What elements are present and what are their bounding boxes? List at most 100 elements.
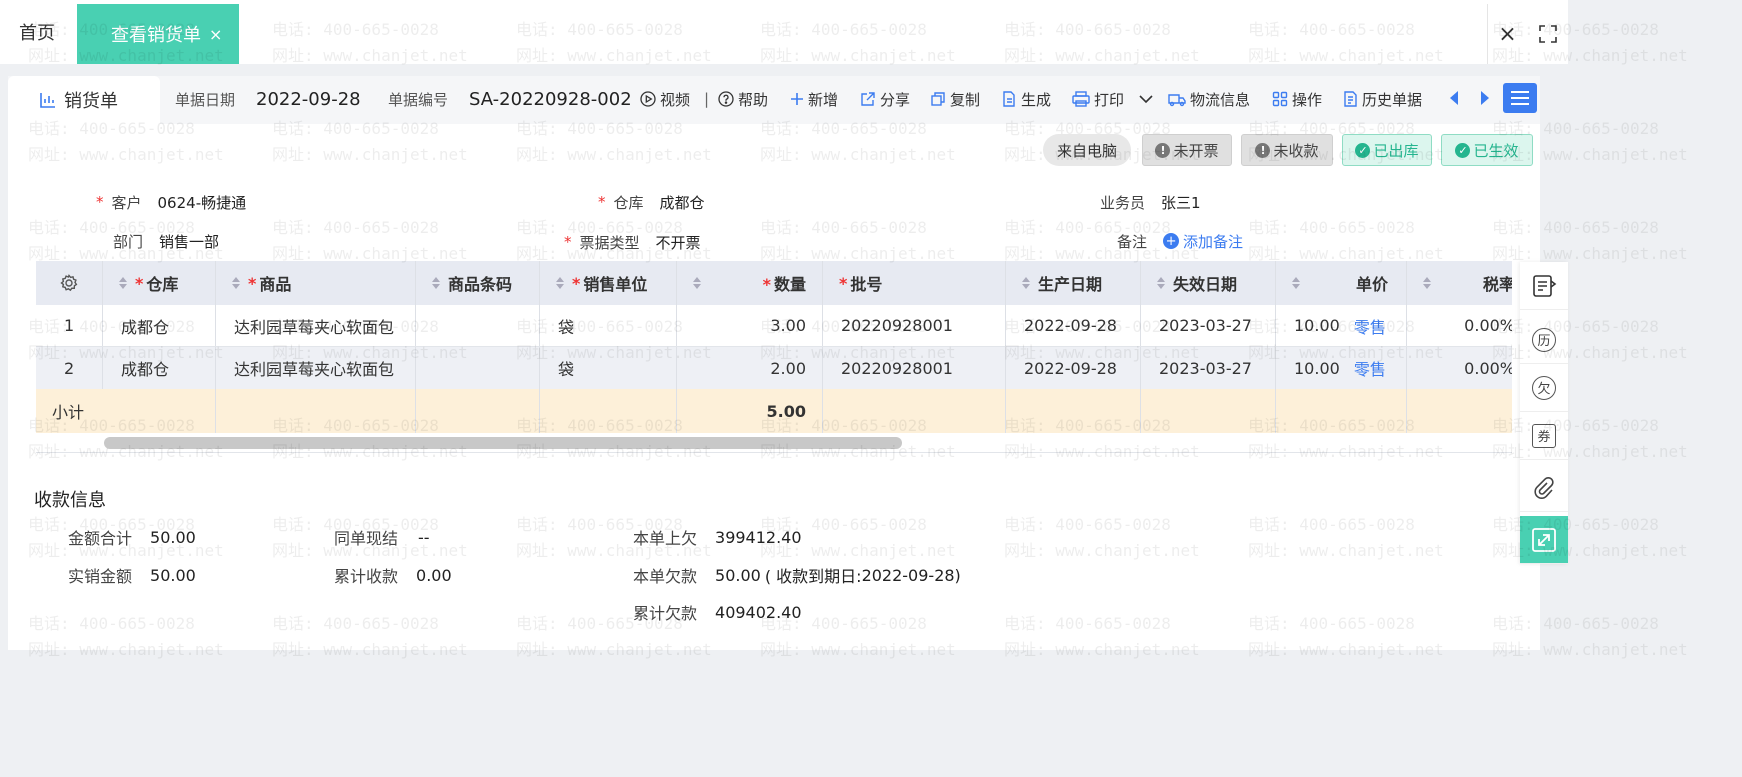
- menu-icon[interactable]: [1503, 83, 1537, 113]
- tab-close-icon[interactable]: ×: [209, 25, 222, 44]
- sort-icon[interactable]: [1157, 277, 1165, 289]
- row-qty[interactable]: 2.00: [677, 347, 823, 389]
- row-unit[interactable]: 袋: [540, 347, 677, 389]
- col-unit-label: 销售单位: [583, 275, 648, 294]
- doc-info-icon[interactable]: [1520, 262, 1568, 310]
- sort-icon[interactable]: [556, 277, 564, 289]
- row-exp-date[interactable]: 2023-03-27: [1141, 305, 1276, 346]
- tab-view-sales-order[interactable]: 查看销货单 ×: [77, 4, 239, 64]
- col-unit[interactable]: * 销售单位: [540, 261, 677, 305]
- doc-type-tab[interactable]: 销货单: [8, 76, 160, 124]
- expand-icon[interactable]: [1520, 516, 1568, 564]
- row-batch[interactable]: 20220928001: [823, 347, 1006, 389]
- row-product[interactable]: 达利园草莓夹心软面包: [216, 305, 416, 346]
- add-button[interactable]: 新增: [790, 86, 838, 112]
- generate-doc-icon: [1001, 91, 1017, 107]
- next-arrow-icon[interactable]: [1478, 88, 1492, 108]
- dept-field[interactable]: 部门 销售一部: [113, 230, 219, 252]
- prev-arrow-icon[interactable]: [1447, 88, 1461, 108]
- col-mfg-date-label: 生产日期: [1038, 275, 1103, 294]
- copy-button[interactable]: 复制: [930, 86, 980, 112]
- add-note-button[interactable]: + 添加备注: [1163, 231, 1243, 252]
- prev-debt-value: 399412.40: [715, 527, 802, 547]
- tab-home[interactable]: 首页: [0, 0, 74, 64]
- chevron-down-icon: [1138, 94, 1154, 104]
- row-warehouse[interactable]: 成都仓: [103, 347, 216, 389]
- add-label: 新增: [808, 90, 839, 109]
- generate-button[interactable]: 生成: [1001, 86, 1051, 112]
- invoice-type-field[interactable]: * 票据类型 不开票: [564, 231, 701, 253]
- horizontal-scrollbar[interactable]: [104, 437, 902, 449]
- table-header-row: * 仓库 * 商品 商品条码 * 销售单位 * 数量 * 批号 生产日期 失效日期 单价 …: [36, 261, 1512, 305]
- due-date-suffix: ): [954, 565, 961, 585]
- table-row[interactable]: 2 成都仓 达利园草莓夹心软面包 袋 2.00 20220928001 2022…: [36, 347, 1512, 389]
- col-barcode[interactable]: 商品条码: [416, 261, 540, 305]
- video-button[interactable]: 视频: [640, 86, 690, 112]
- generate-label: 生成: [1021, 90, 1052, 109]
- row-price[interactable]: 10.00 零售: [1276, 347, 1407, 389]
- row-warehouse[interactable]: 成都仓: [103, 305, 216, 346]
- operate-button[interactable]: 操作: [1272, 86, 1322, 112]
- col-mfg-date[interactable]: 生产日期: [1006, 261, 1141, 305]
- row-exp-date[interactable]: 2023-03-27: [1141, 347, 1276, 389]
- row-barcode[interactable]: [416, 347, 540, 389]
- play-icon: [640, 91, 656, 107]
- row-mfg-date[interactable]: 2022-09-28: [1006, 305, 1141, 346]
- customer-field[interactable]: * 客户 0624-畅捷通: [96, 191, 246, 213]
- row-tax-rate[interactable]: 0.00%: [1407, 305, 1512, 346]
- history-doc-icon: [1342, 91, 1358, 107]
- sort-icon[interactable]: [432, 277, 440, 289]
- col-tax-rate[interactable]: 税率: [1407, 261, 1512, 305]
- sort-icon[interactable]: [119, 277, 127, 289]
- col-warehouse[interactable]: * 仓库: [103, 261, 216, 305]
- sort-icon[interactable]: [1292, 277, 1300, 289]
- row-unit[interactable]: 袋: [540, 305, 677, 346]
- window-close-icon[interactable]: ×: [1487, 4, 1527, 64]
- col-batch[interactable]: * 批号: [823, 261, 1006, 305]
- row-batch[interactable]: 20220928001: [823, 305, 1006, 346]
- row-price[interactable]: 10.00 零售: [1276, 305, 1407, 346]
- row-tax-rate[interactable]: 0.00%: [1407, 347, 1512, 389]
- invoice-type-value: 不开票: [655, 233, 701, 252]
- debt-label: 本单欠款: [633, 567, 698, 586]
- help-label: 帮助: [738, 90, 769, 109]
- row-mfg-date[interactable]: 2022-09-28: [1006, 347, 1141, 389]
- due-date-prefix: ( 收款到期日:: [764, 567, 862, 586]
- grid-icon: [1272, 91, 1288, 107]
- row-barcode[interactable]: [416, 305, 540, 346]
- print-button[interactable]: 打印: [1072, 86, 1124, 112]
- warehouse-field[interactable]: * 仓库 成都仓: [598, 191, 705, 213]
- invoice-type-label: 票据类型: [579, 233, 640, 252]
- col-qty[interactable]: * 数量: [677, 261, 823, 305]
- table-settings-icon[interactable]: [36, 261, 103, 305]
- sort-icon[interactable]: [1423, 277, 1431, 289]
- row-index: 2: [36, 347, 103, 389]
- row-product[interactable]: 达利园草莓夹心软面包: [216, 347, 416, 389]
- row-qty[interactable]: 3.00: [677, 305, 823, 346]
- sort-icon[interactable]: [693, 277, 701, 289]
- salesman-field[interactable]: 业务员 张三1: [1100, 191, 1201, 213]
- coupon-icon[interactable]: 券: [1520, 412, 1568, 460]
- help-button[interactable]: 帮助: [718, 86, 768, 112]
- debt-icon[interactable]: 欠: [1520, 364, 1568, 412]
- price-type-link[interactable]: 零售: [1354, 314, 1386, 338]
- salesman-value: 张三1: [1161, 193, 1201, 212]
- attachment-icon[interactable]: [1520, 464, 1568, 512]
- subtotal-qty: 5.00: [677, 389, 823, 433]
- sort-icon[interactable]: [232, 277, 240, 289]
- table-row[interactable]: 1 成都仓 达利园草莓夹心软面包 袋 3.00 20220928001 2022…: [36, 305, 1512, 347]
- sort-icon[interactable]: [1022, 277, 1030, 289]
- alert-icon: !: [1255, 142, 1271, 158]
- col-price[interactable]: 单价: [1276, 261, 1407, 305]
- print-dropdown-button[interactable]: [1138, 86, 1158, 112]
- col-product[interactable]: * 商品: [216, 261, 416, 305]
- fullscreen-icon[interactable]: [1528, 4, 1568, 64]
- history-docs-button[interactable]: 历史单据: [1342, 86, 1422, 112]
- price-type-link[interactable]: 零售: [1354, 356, 1386, 380]
- logistics-button[interactable]: 物流信息: [1168, 86, 1250, 112]
- share-button[interactable]: 分享: [860, 86, 910, 112]
- history-icon[interactable]: 历: [1520, 316, 1568, 364]
- col-exp-date[interactable]: 失效日期: [1141, 261, 1276, 305]
- customer-value: 0624-畅捷通: [157, 193, 247, 212]
- collected-amount: 累计收款 0.00: [334, 564, 452, 587]
